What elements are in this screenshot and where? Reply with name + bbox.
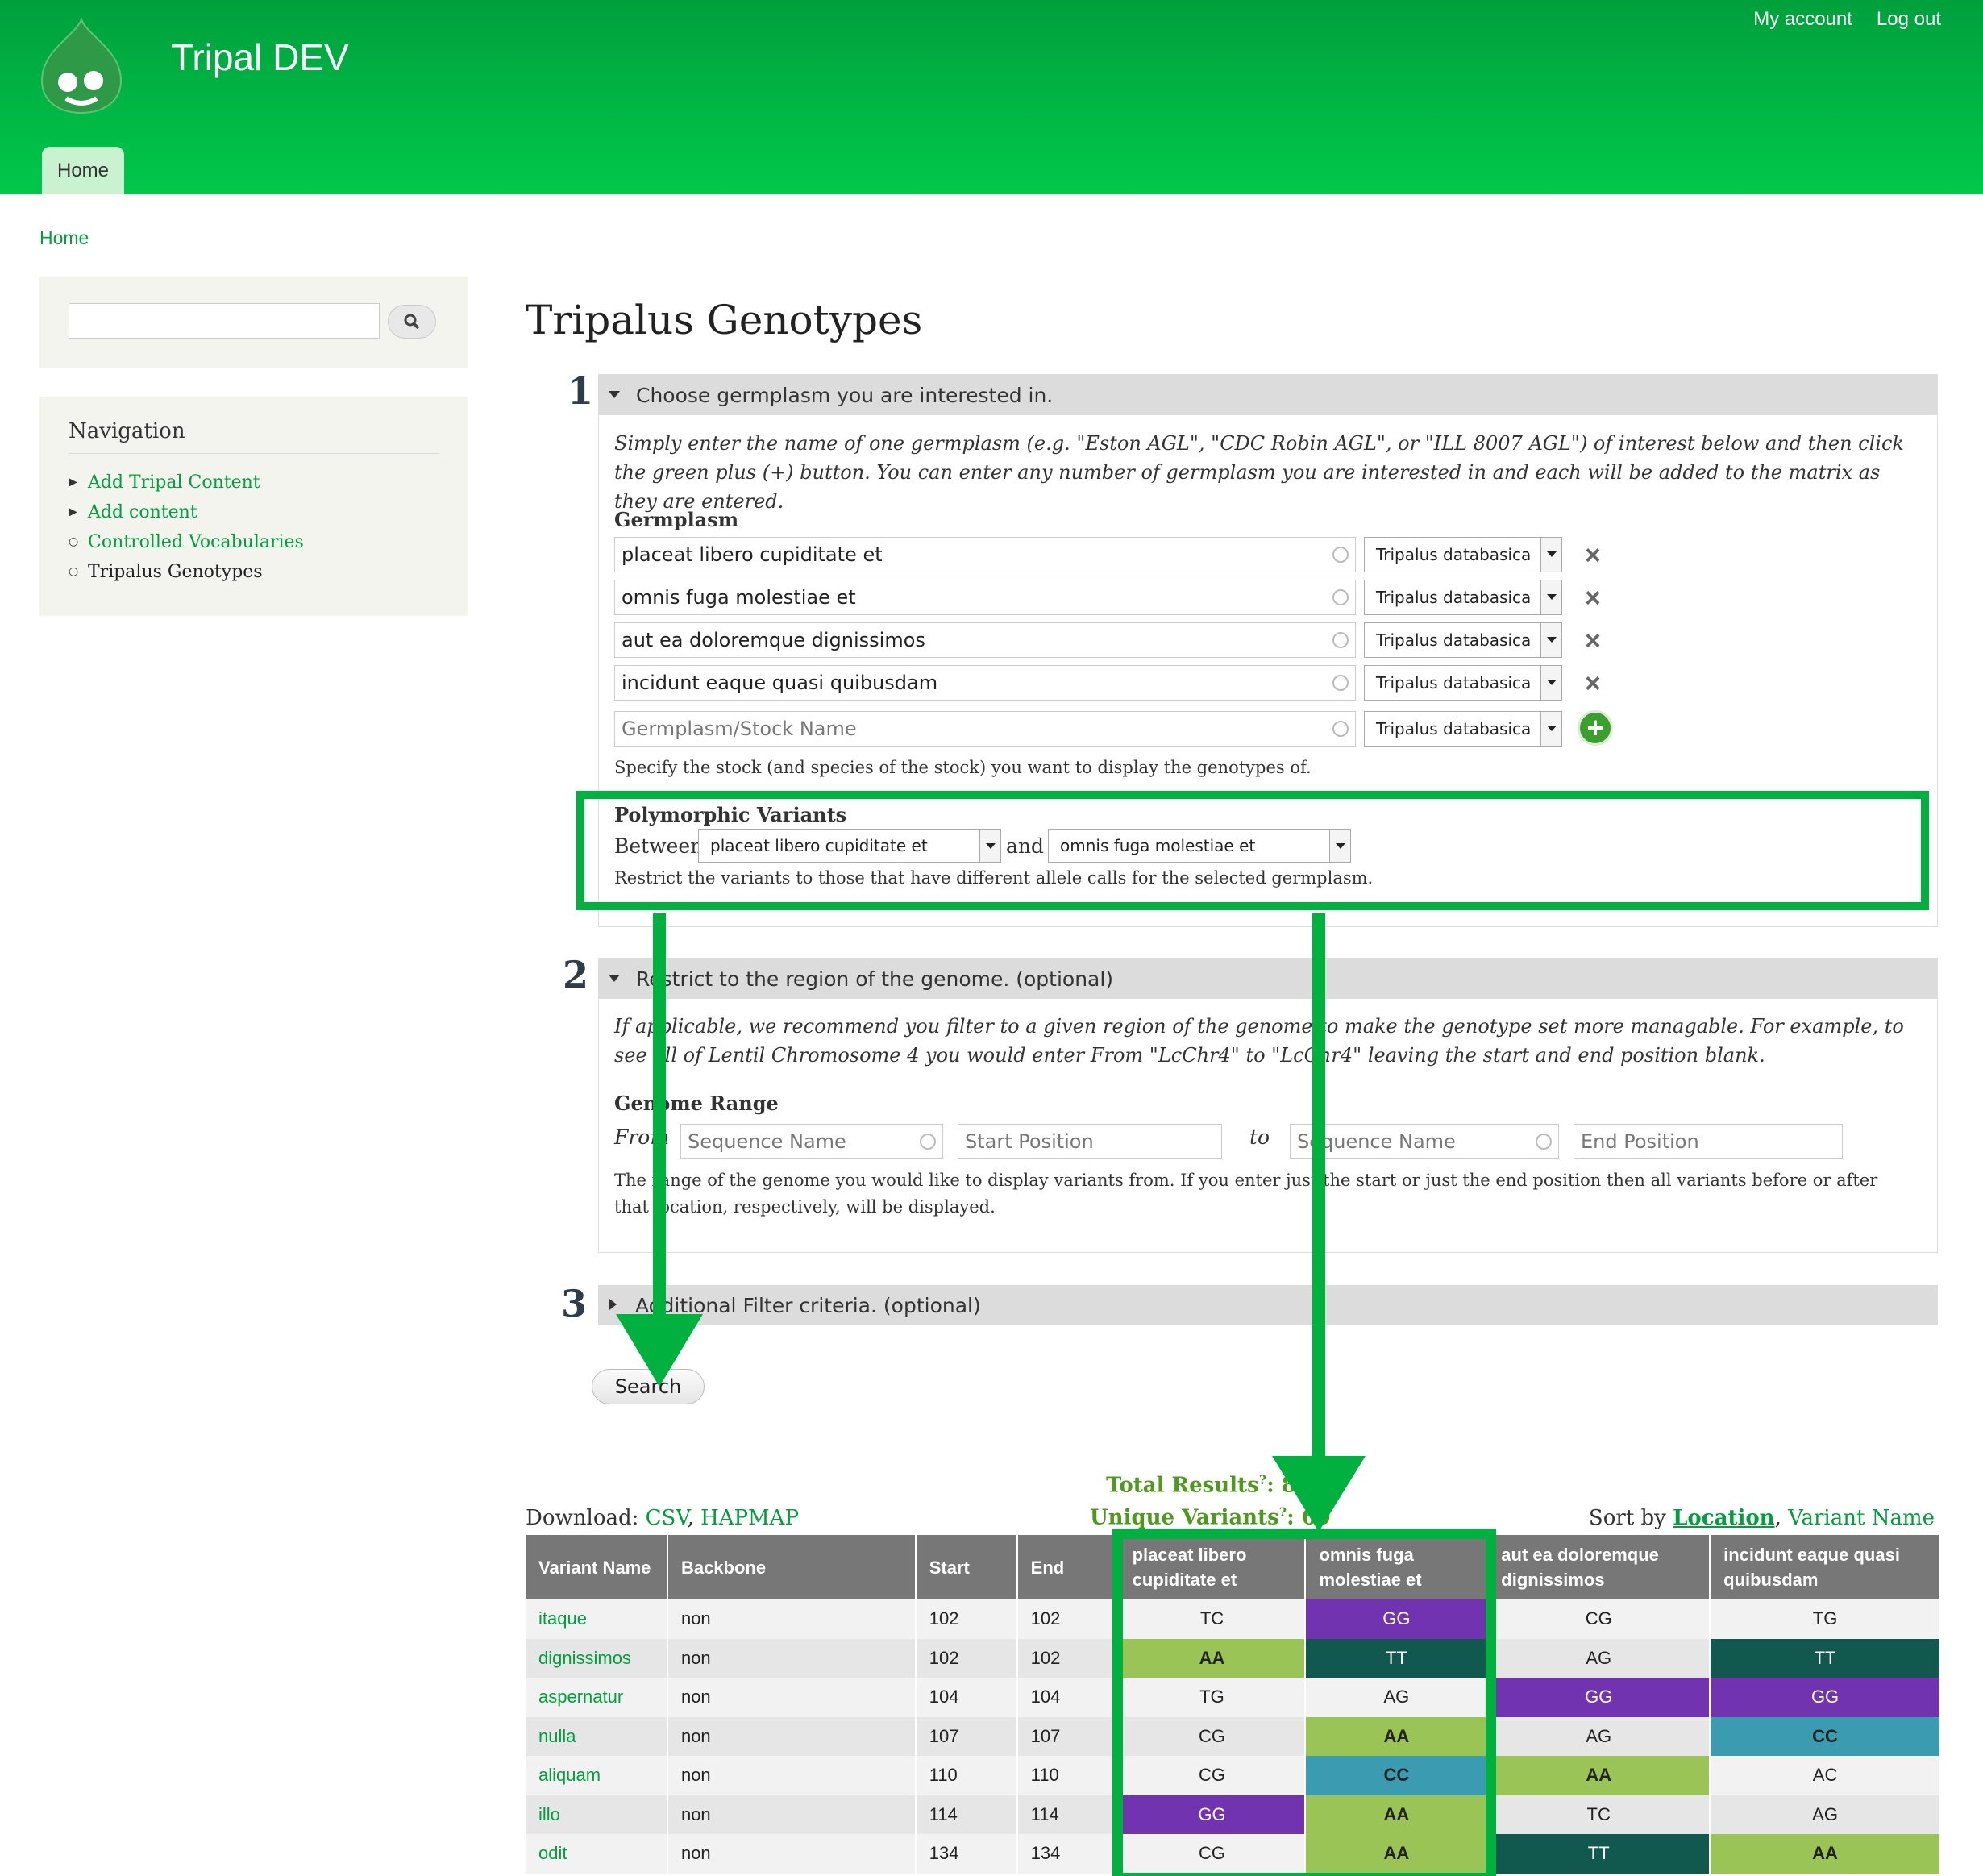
arrow-shaft-left [653, 913, 666, 1325]
arrow-head-right [1272, 1456, 1366, 1532]
arrow-head-left [616, 1314, 703, 1387]
arrow-shaft-right [1312, 913, 1325, 1463]
annotation-arrows [616, 913, 1366, 1532]
